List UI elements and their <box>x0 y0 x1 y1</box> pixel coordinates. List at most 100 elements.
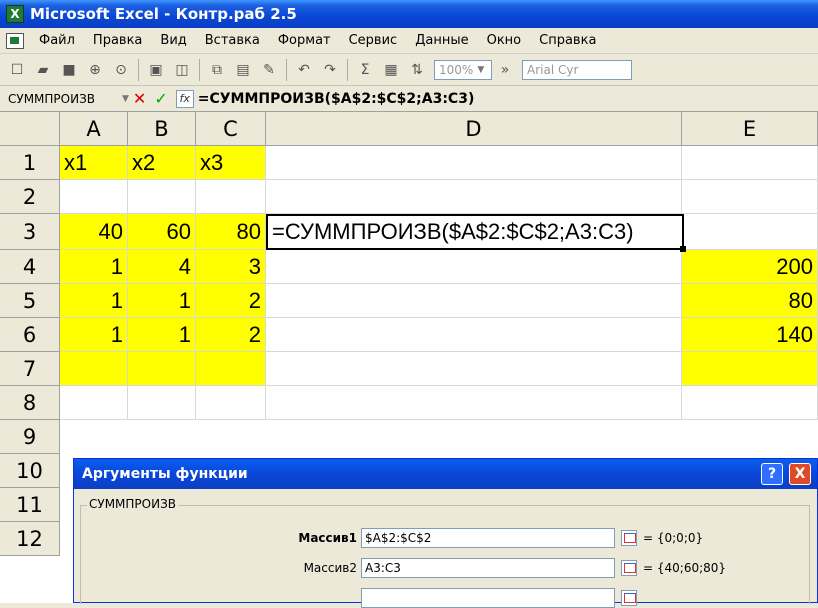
cell-d5[interactable] <box>266 284 682 318</box>
cell-d6[interactable] <box>266 318 682 352</box>
col-header-c[interactable]: C <box>196 112 266 146</box>
active-cell-d3[interactable]: =СУММПРОИЗВ($A$2:$C$2;A3:C3) <box>266 214 686 252</box>
cell-d4[interactable] <box>266 250 682 284</box>
sort-icon[interactable]: ⇅ <box>406 59 428 81</box>
cell-b1[interactable]: x2 <box>128 146 196 180</box>
menu-window[interactable]: Окно <box>478 33 531 48</box>
collapse-dialog-icon[interactable] <box>621 530 637 546</box>
array2-input[interactable]: A3:C3 <box>361 558 615 578</box>
menu-tools[interactable]: Сервис <box>340 33 407 48</box>
cell-d7[interactable] <box>266 352 682 386</box>
cell-c2[interactable] <box>196 180 266 214</box>
cell-d1[interactable] <box>266 146 682 180</box>
cell-b5[interactable]: 1 <box>128 284 196 318</box>
cell-b4[interactable]: 4 <box>128 250 196 284</box>
cell-c1[interactable]: x3 <box>196 146 266 180</box>
cell-a3[interactable]: 40 <box>60 214 128 250</box>
cell-b2[interactable] <box>128 180 196 214</box>
array1-input[interactable]: $A$2:$C$2 <box>361 528 615 548</box>
close-button[interactable]: X <box>789 463 811 485</box>
cell-a2[interactable] <box>60 180 128 214</box>
row-header-7[interactable]: 7 <box>0 352 60 386</box>
toolbar-options-icon[interactable]: » <box>494 59 516 81</box>
cell-e4[interactable]: 200 <box>682 250 818 284</box>
permission-icon[interactable]: ⊕ <box>84 59 106 81</box>
cell-e6[interactable]: 140 <box>682 318 818 352</box>
menu-help[interactable]: Справка <box>530 33 605 48</box>
enter-icon[interactable]: ✓ <box>154 89 167 108</box>
row-header-10[interactable]: 10 <box>0 454 60 488</box>
paste-icon[interactable]: ▤ <box>232 59 254 81</box>
cell-c4[interactable]: 3 <box>196 250 266 284</box>
cell-c3[interactable]: 80 <box>196 214 266 250</box>
row-header-12[interactable]: 12 <box>0 522 60 556</box>
select-all-corner[interactable] <box>0 112 60 146</box>
font-select[interactable]: Arial Cyr <box>522 59 632 80</box>
row-header-3[interactable]: 3 <box>0 214 60 250</box>
cell-c8[interactable] <box>196 386 266 420</box>
collapse-dialog-icon[interactable] <box>621 590 637 606</box>
col-header-b[interactable]: B <box>128 112 196 146</box>
col-header-d[interactable]: D <box>266 112 682 146</box>
array3-input[interactable] <box>361 588 615 608</box>
cell-a1[interactable]: x1 <box>60 146 128 180</box>
row-header-11[interactable]: 11 <box>0 488 60 522</box>
preview-icon[interactable]: ◫ <box>171 59 193 81</box>
cell-e8[interactable] <box>682 386 818 420</box>
print-icon[interactable]: ▣ <box>145 59 167 81</box>
fill-handle[interactable] <box>680 246 686 252</box>
autosum-icon[interactable]: Σ <box>354 59 376 81</box>
cell-a7[interactable] <box>60 352 128 386</box>
row-header-8[interactable]: 8 <box>0 386 60 420</box>
cancel-icon[interactable]: ✕ <box>133 89 146 108</box>
menu-view[interactable]: Вид <box>151 33 195 48</box>
collapse-dialog-icon[interactable] <box>621 560 637 576</box>
cell-a6[interactable]: 1 <box>60 318 128 352</box>
menu-insert[interactable]: Вставка <box>196 33 269 48</box>
zoom-select[interactable]: 100% ▼ <box>434 59 492 80</box>
insert-chart-icon[interactable]: ▦ <box>380 59 402 81</box>
new-icon[interactable]: ☐ <box>6 59 28 81</box>
col-header-e[interactable]: E <box>682 112 818 146</box>
open-icon[interactable]: ▰ <box>32 59 54 81</box>
menu-format[interactable]: Формат <box>269 33 340 48</box>
cell-a5[interactable]: 1 <box>60 284 128 318</box>
menu-edit[interactable]: Правка <box>84 33 151 48</box>
name-box[interactable]: СУММПРОИЗВ <box>0 88 118 110</box>
copy-icon[interactable]: ⧉ <box>206 59 228 81</box>
cell-d2[interactable] <box>266 180 682 214</box>
workbook-icon[interactable] <box>6 32 24 49</box>
row-header-2[interactable]: 2 <box>0 180 60 214</box>
save-icon[interactable]: ■ <box>58 59 80 81</box>
cell-e2[interactable] <box>682 180 818 214</box>
cell-a4[interactable]: 1 <box>60 250 128 284</box>
undo-icon[interactable]: ↶ <box>293 59 315 81</box>
cell-e1[interactable] <box>682 146 818 180</box>
row-header-9[interactable]: 9 <box>0 420 60 454</box>
cell-c5[interactable]: 2 <box>196 284 266 318</box>
insert-function-icon[interactable]: fx <box>175 89 194 108</box>
cell-b3[interactable]: 60 <box>128 214 196 250</box>
row-header-4[interactable]: 4 <box>0 250 60 284</box>
cell-c7[interactable] <box>196 352 266 386</box>
help-button[interactable]: ? <box>761 463 783 485</box>
search-icon[interactable]: ⊙ <box>110 59 132 81</box>
row-header-6[interactable]: 6 <box>0 318 60 352</box>
row-header-5[interactable]: 5 <box>0 284 60 318</box>
cell-b7[interactable] <box>128 352 196 386</box>
cell-e5[interactable]: 80 <box>682 284 818 318</box>
cell-d8[interactable] <box>266 386 682 420</box>
menu-file[interactable]: Файл <box>30 33 84 48</box>
cell-e3[interactable] <box>684 214 818 250</box>
menu-data[interactable]: Данные <box>406 33 477 48</box>
cell-a8[interactable] <box>60 386 128 420</box>
format-painter-icon[interactable]: ✎ <box>258 59 280 81</box>
dialog-title-bar[interactable]: Аргументы функции ? X <box>74 459 817 489</box>
cell-b6[interactable]: 1 <box>128 318 196 352</box>
cell-c6[interactable]: 2 <box>196 318 266 352</box>
chevron-down-icon[interactable]: ▼ <box>122 94 129 104</box>
cell-b8[interactable] <box>128 386 196 420</box>
formula-input[interactable]: =СУММПРОИЗВ($A$2:$C$2;A3:C3) <box>198 91 475 107</box>
cell-e7[interactable] <box>682 352 818 386</box>
redo-icon[interactable]: ↷ <box>319 59 341 81</box>
